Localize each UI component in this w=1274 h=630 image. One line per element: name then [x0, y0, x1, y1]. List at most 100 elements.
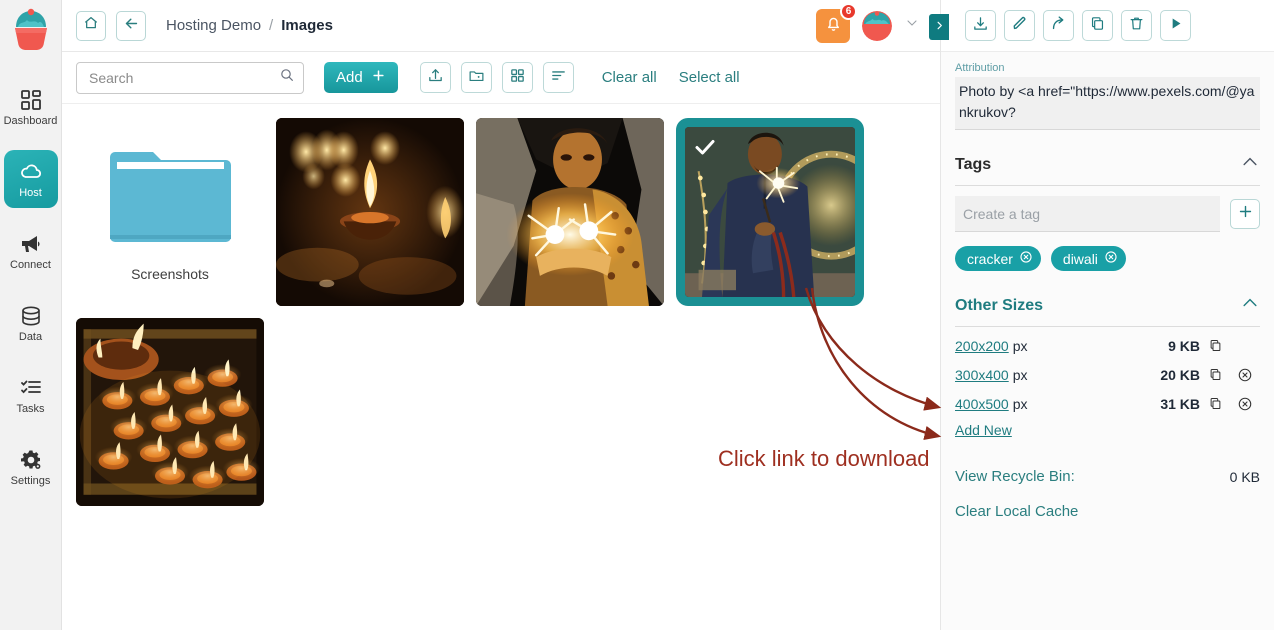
home-button[interactable]: [76, 10, 106, 41]
share-button[interactable]: [1043, 10, 1074, 41]
image-thumbnail-woman-holding-sparklers[interactable]: [476, 118, 664, 306]
add-button-label: Add: [336, 69, 363, 86]
plus-icon: [371, 68, 386, 87]
sidebar-item-data[interactable]: Data: [4, 294, 58, 352]
remove-circle-icon[interactable]: [1230, 367, 1260, 383]
arrow-left-icon: [123, 15, 140, 37]
image-thumbnail-diya-candles-bokeh[interactable]: [276, 118, 464, 306]
sidebar-item-settings[interactable]: Settings: [4, 438, 58, 496]
add-new-size-link[interactable]: Add New: [955, 422, 1012, 438]
copy-icon[interactable]: [1200, 396, 1230, 411]
image-cell[interactable]: [76, 318, 264, 506]
check-icon: [693, 135, 717, 159]
size-unit: px: [1012, 366, 1028, 383]
other-sizes-section-header[interactable]: Other Sizes: [955, 293, 1260, 326]
folder-icon: [108, 143, 233, 256]
home-icon: [83, 15, 99, 36]
search-input[interactable]: [89, 69, 279, 86]
size-filesize: 20 KB: [1160, 366, 1200, 383]
details-panel-toolbar: [941, 0, 1274, 52]
size-unit: px: [1012, 337, 1028, 354]
search-icon[interactable]: [279, 67, 295, 88]
sidebar-nav: Dashboard Host Connect Data Tasks Settin…: [0, 72, 61, 510]
image-cell[interactable]: [476, 118, 664, 306]
app-logo[interactable]: [0, 0, 62, 62]
image-cell-selected[interactable]: [676, 118, 864, 306]
size-download-link[interactable]: 400x500: [955, 396, 1009, 412]
upload-button[interactable]: [419, 62, 451, 93]
sidebar-item-label: Connect: [10, 258, 51, 271]
bell-icon: [824, 14, 843, 38]
plus-icon: [1237, 203, 1254, 225]
gear-icon: [19, 448, 43, 472]
select-all-button[interactable]: Select all: [673, 69, 746, 86]
edit-pencil-icon: [1011, 15, 1028, 37]
size-row: 200x200 px 9 KB: [955, 331, 1260, 360]
attribution-value[interactable]: Photo by <a href="https://www.pexels.com…: [955, 77, 1260, 130]
sidebar-item-dashboard[interactable]: Dashboard: [4, 78, 58, 136]
remove-circle-icon[interactable]: [1104, 250, 1118, 267]
tag-chip[interactable]: cracker: [955, 246, 1041, 271]
chevron-up-icon[interactable]: [1240, 293, 1260, 318]
tag-chip-label: cracker: [967, 250, 1013, 267]
clear-all-button[interactable]: Clear all: [596, 69, 663, 86]
recycle-bin-row: View Recycle Bin: 0 KB: [955, 468, 1260, 485]
delete-button[interactable]: [1121, 10, 1152, 41]
download-button[interactable]: [965, 10, 996, 41]
megaphone-icon: [19, 232, 43, 256]
sidebar-item-label: Host: [19, 186, 42, 199]
notifications-button[interactable]: 6: [816, 2, 857, 43]
copy-icon[interactable]: [1200, 338, 1230, 353]
image-cell[interactable]: [276, 118, 464, 306]
search-box[interactable]: [76, 61, 304, 94]
tags-section-title: Tags: [955, 155, 992, 173]
avatar[interactable]: [862, 10, 892, 41]
tags-section-header[interactable]: Tags: [955, 152, 1260, 185]
view-recycle-bin-link[interactable]: View Recycle Bin:: [955, 468, 1075, 485]
database-icon: [19, 304, 43, 328]
sidebar-item-connect[interactable]: Connect: [4, 222, 58, 280]
trash-icon: [1128, 15, 1145, 37]
image-thumbnail-tray-of-oil-lamps[interactable]: [76, 318, 264, 506]
dashboard-grid-icon: [19, 88, 43, 112]
remove-circle-icon[interactable]: [1230, 396, 1260, 412]
new-folder-button[interactable]: [460, 62, 492, 93]
tag-input[interactable]: [955, 196, 1220, 232]
attribution-label: Attribution: [955, 62, 1005, 74]
size-row: 400x500 px 31 KB: [955, 389, 1260, 418]
breadcrumb-root[interactable]: Hosting Demo: [166, 17, 261, 34]
app-root: Dashboard Host Connect Data Tasks Settin…: [0, 0, 1274, 630]
size-download-link[interactable]: 300x400: [955, 367, 1009, 383]
tag-chip-label: diwali: [1062, 250, 1098, 267]
copy-button[interactable]: [1082, 10, 1113, 41]
size-filesize: 9 KB: [1168, 337, 1200, 354]
chevron-up-icon[interactable]: [1240, 152, 1260, 177]
chevron-down-icon[interactable]: [904, 15, 920, 36]
size-download-link[interactable]: 200x200: [955, 338, 1009, 354]
grid-view-button[interactable]: [501, 62, 533, 93]
panel-toggle-button[interactable]: [929, 14, 949, 40]
sort-button[interactable]: [542, 62, 574, 93]
sidebar-item-label: Settings: [10, 474, 51, 487]
tags-section-rule: [955, 185, 1260, 186]
sidebar-item-tasks[interactable]: Tasks: [4, 366, 58, 424]
breadcrumb: Hosting Demo / Images: [166, 17, 333, 34]
remove-circle-icon[interactable]: [1019, 250, 1033, 267]
sidebar-item-host[interactable]: Host: [3, 150, 58, 208]
play-icon: [1167, 15, 1184, 37]
copy-icon: [1089, 15, 1106, 37]
clear-local-cache-link[interactable]: Clear Local Cache: [955, 503, 1078, 520]
edit-button[interactable]: [1004, 10, 1035, 41]
main-column: Hosting Demo / Images 6 Search Add Clear…: [62, 0, 940, 630]
add-button[interactable]: Add: [324, 62, 398, 93]
size-unit: px: [1012, 395, 1028, 412]
play-button[interactable]: [1160, 10, 1191, 41]
copy-icon[interactable]: [1200, 367, 1230, 382]
back-button[interactable]: [116, 10, 146, 41]
folder-item-screenshots[interactable]: Screenshots: [76, 118, 264, 306]
notification-count-badge: 6: [840, 2, 857, 20]
details-panel: Attribution Photo by <a href="https://ww…: [929, 0, 1274, 630]
tag-chip[interactable]: diwali: [1050, 246, 1126, 271]
sidebar-item-label: Tasks: [16, 402, 45, 415]
add-tag-button[interactable]: [1230, 199, 1260, 229]
